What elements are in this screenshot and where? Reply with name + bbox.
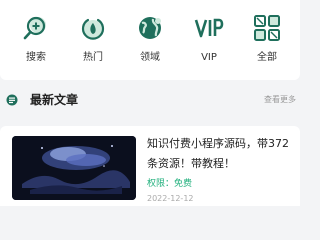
nav-item-label: 热门: [83, 52, 103, 63]
vip-icon: [194, 18, 224, 38]
grid-icon: [254, 15, 280, 41]
view-more-link[interactable]: 查看更多: [264, 95, 296, 105]
article-date: 2022-12-12: [147, 194, 194, 203]
nav-item-label: 搜索: [26, 52, 46, 63]
article-title[interactable]: 知识付费小程序源码，带372条资源！带教程！: [147, 134, 297, 174]
nav-item-vip[interactable]: VIP: [184, 10, 234, 70]
nav-item-search[interactable]: 搜索: [11, 10, 61, 70]
nav-item-all[interactable]: 全部: [242, 10, 292, 70]
article-thumbnail[interactable]: [12, 136, 136, 200]
article-card[interactable]: 知识付费小程序源码，带372条资源！带教程！ 权限：免费 2022-12-12: [0, 126, 300, 206]
nav-item-label: 领域: [140, 52, 160, 63]
globe-icon: [139, 17, 161, 39]
latest-articles-header: 最新文章 查看更多: [0, 86, 300, 114]
news-icon: [6, 94, 18, 106]
flame-icon: [81, 18, 105, 40]
nav-item-domain[interactable]: 领域: [125, 10, 175, 70]
article-permission: 权限：免费: [147, 179, 193, 189]
nav-item-label: VIP: [201, 52, 217, 63]
search-icon: [23, 16, 46, 40]
thumbnail-image: [12, 136, 136, 200]
nav-item-label: 全部: [257, 52, 277, 63]
quick-nav: 搜索 热门 领域 VIP 全部: [0, 0, 300, 80]
nav-item-hot[interactable]: 热门: [68, 10, 118, 70]
section-title: 最新文章: [30, 93, 79, 107]
